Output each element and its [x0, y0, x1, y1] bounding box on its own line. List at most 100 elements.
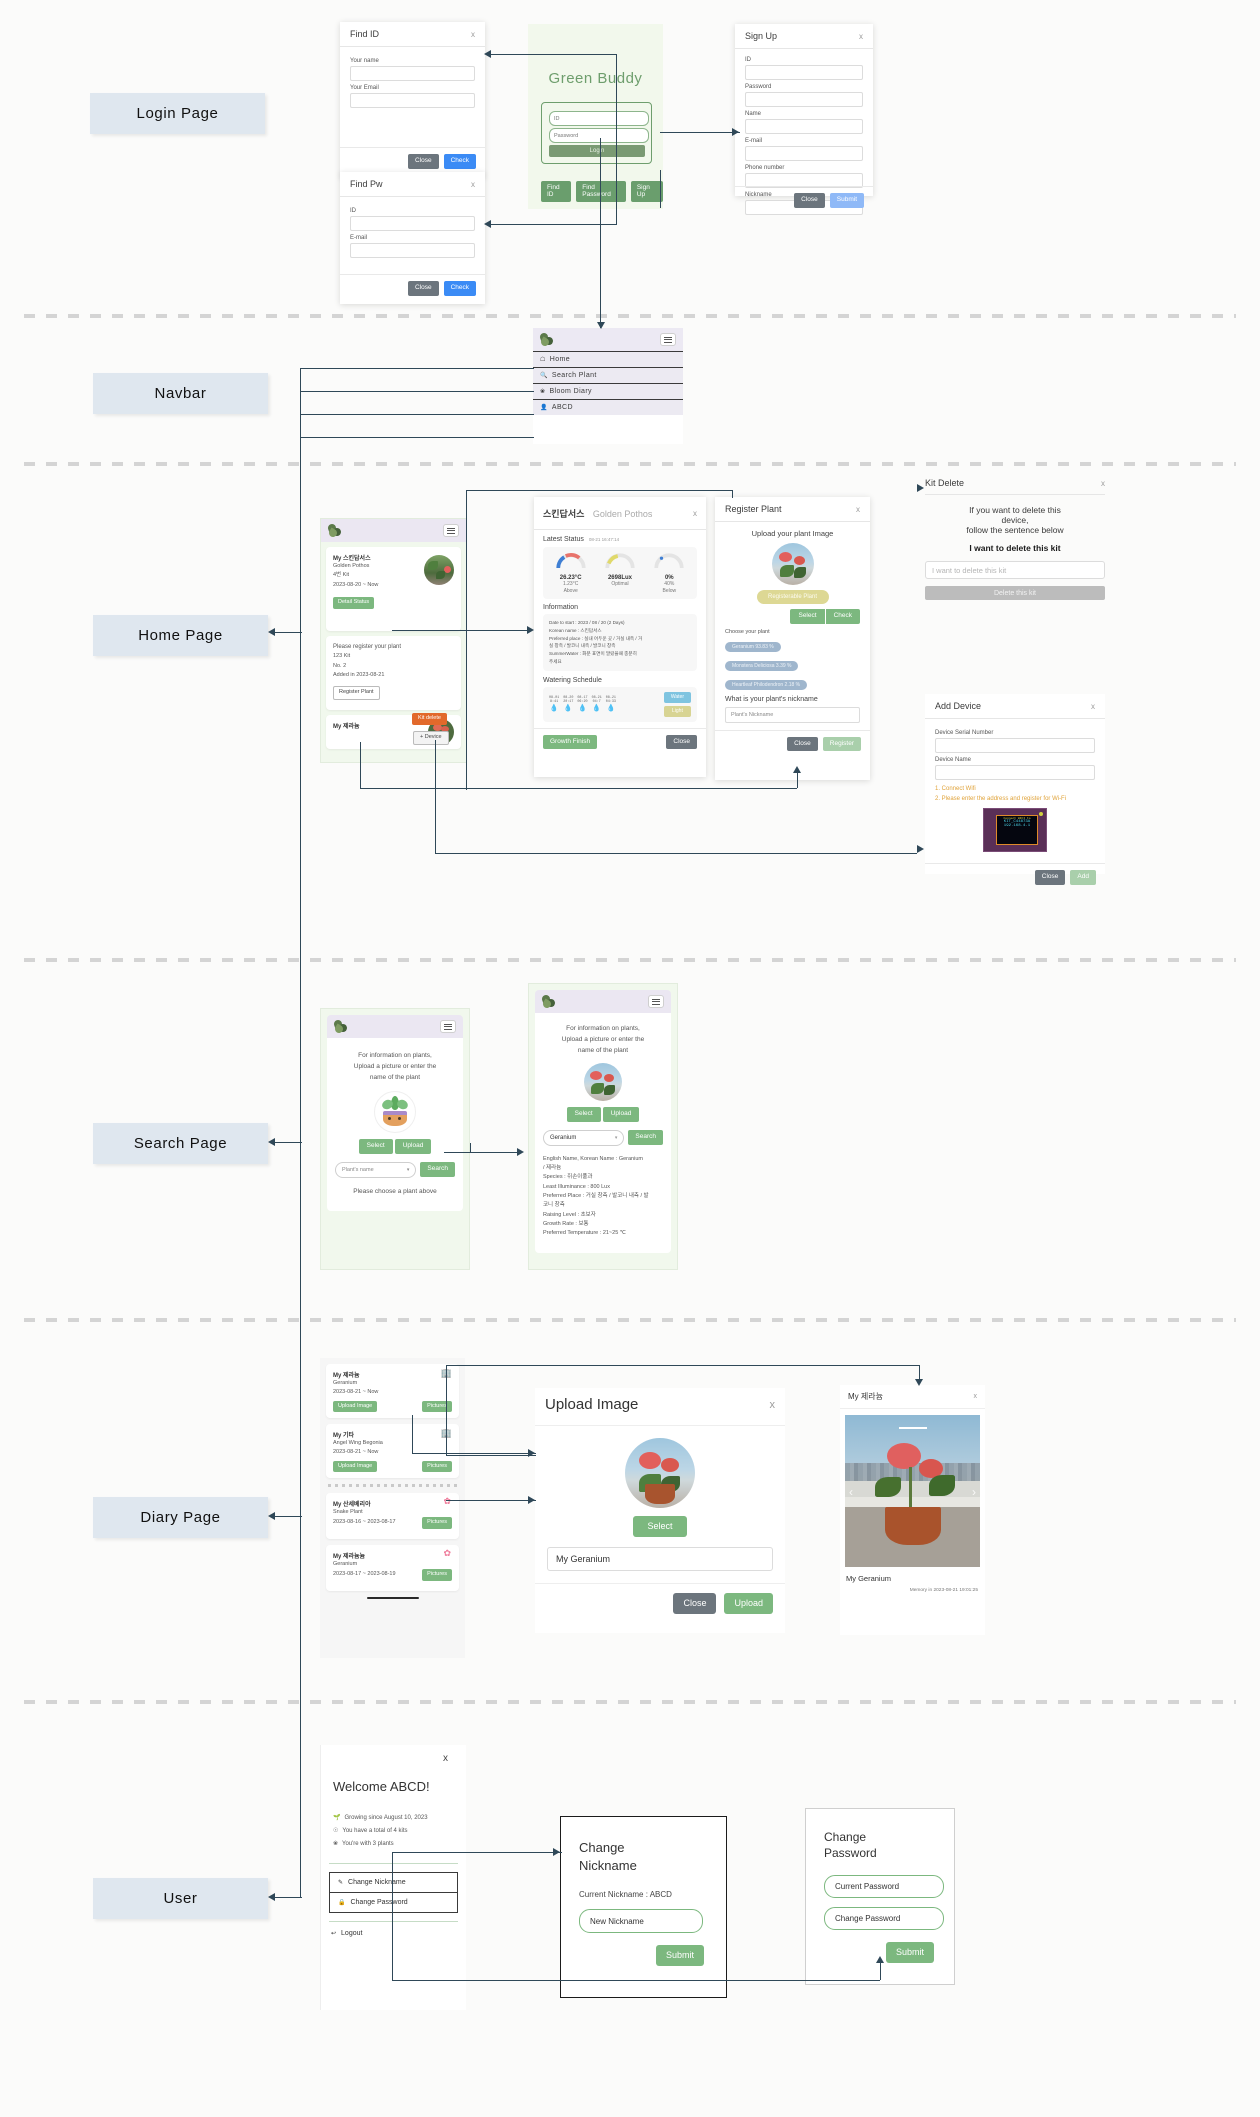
light-button[interactable]: Light — [663, 705, 691, 717]
add-device-button[interactable]: + Device — [413, 731, 449, 745]
chevron-right-icon[interactable]: › — [972, 1485, 976, 1499]
diary-item-finished[interactable]: My 산세베리아 Snake Plant 2023-08-16 ~ 2023-0… — [326, 1493, 459, 1539]
close-button[interactable]: Close — [666, 734, 697, 750]
new-nickname-input[interactable]: New Nickname — [579, 1909, 703, 1934]
carousel-indicator[interactable] — [898, 1427, 927, 1429]
device-serial-input[interactable] — [935, 738, 1095, 753]
hamburger-menu-icon[interactable] — [440, 1020, 456, 1033]
close-icon[interactable]: x — [471, 180, 475, 189]
plant-candidate[interactable]: Heartleaf Philodendron 2.18 % — [725, 679, 808, 690]
sidebar-item-search-plant[interactable]: 🔍 Search Plant — [533, 367, 683, 383]
upload-button[interactable]: Upload — [602, 1107, 640, 1122]
kit-card-unregistered[interactable]: Please register your plant 123 Kit No. 2… — [326, 636, 461, 710]
select-button[interactable]: Select — [633, 1516, 687, 1537]
submit-button[interactable]: Submit — [829, 193, 864, 208]
signup-name-input[interactable] — [745, 119, 863, 134]
connector — [272, 1897, 302, 1899]
hamburger-menu-icon[interactable] — [443, 524, 459, 537]
upload-name-input[interactable]: My Geranium — [547, 1547, 773, 1571]
close-button[interactable]: Close — [794, 193, 825, 208]
close-button[interactable]: Close — [787, 736, 818, 751]
upload-button[interactable]: Upload — [394, 1139, 432, 1154]
chevron-left-icon[interactable]: ‹ — [849, 1485, 853, 1499]
plant-nickname: My 제라늄늄 — [333, 1554, 366, 1560]
pictures-button[interactable]: Pictures — [422, 1400, 452, 1413]
pictures-button[interactable]: Pictures — [422, 1569, 452, 1581]
login-id-input[interactable]: ID — [549, 111, 649, 126]
detail-status-button[interactable]: Detail Status — [333, 597, 375, 609]
new-password-input[interactable]: Change Password — [824, 1907, 944, 1931]
diary-item-finished[interactable]: My 제라늄늄 Geranium 2023-08-17 ~ 2023-08-19… — [326, 1545, 459, 1591]
submit-button[interactable]: Submit — [655, 1945, 704, 1967]
register-plant-button[interactable]: Register Plant — [333, 686, 380, 700]
submit-button[interactable]: Submit — [885, 1942, 934, 1964]
signup-id-input[interactable] — [745, 65, 863, 80]
search-button[interactable]: Search — [628, 1130, 663, 1145]
your-name-input[interactable] — [350, 66, 475, 81]
plant-candidate[interactable]: Monstera Deliciosa 3.39 % — [725, 660, 799, 671]
id-input[interactable] — [350, 216, 475, 231]
upload-image-button[interactable]: Upload Image — [333, 1400, 378, 1413]
plant-nickname-input[interactable]: Plant's Nickname — [725, 706, 860, 723]
pictures-button[interactable]: Pictures — [422, 1460, 452, 1473]
kit-delete-input[interactable]: I want to delete this kit — [925, 561, 1105, 579]
water-button[interactable]: Water — [663, 691, 691, 703]
close-icon[interactable]: x — [471, 30, 475, 39]
hamburger-menu-icon[interactable] — [660, 333, 676, 346]
current-password-input[interactable]: Current Password — [824, 1875, 944, 1899]
chevron-down-icon: ▾ — [406, 1166, 410, 1173]
add-button[interactable]: Add — [1070, 870, 1096, 885]
delete-this-kit-button[interactable]: Delete this kit — [925, 586, 1105, 600]
close-button[interactable]: Close — [407, 281, 439, 296]
select-button[interactable]: Select — [790, 609, 825, 624]
close-icon[interactable]: x — [443, 1753, 448, 1764]
plant-candidate[interactable]: Geranium 93.83 % — [725, 641, 781, 652]
close-icon[interactable]: x — [1101, 479, 1105, 488]
login-password-input[interactable]: Password — [549, 128, 649, 143]
growth-finish-button[interactable]: Growth Finish — [543, 734, 598, 750]
kit-delete-button[interactable]: Kit delete — [412, 713, 447, 725]
search-prompt-line-3: name of the plant — [577, 1047, 629, 1055]
select-button[interactable]: Select — [358, 1139, 393, 1154]
close-button[interactable]: Close — [673, 1593, 717, 1614]
device-name-input[interactable] — [935, 765, 1095, 780]
close-icon[interactable]: x — [974, 1393, 978, 1400]
close-icon[interactable]: x — [693, 509, 697, 518]
diary-item-active[interactable]: My 제라늄 Geranium 2023-08-21 ~ Now Upload … — [326, 1364, 459, 1418]
check-button[interactable]: Check — [443, 154, 476, 169]
close-icon[interactable]: x — [856, 505, 860, 514]
pictures-button[interactable]: Pictures — [422, 1517, 452, 1529]
your-email-input[interactable] — [350, 93, 475, 108]
check-button[interactable]: Check — [825, 609, 860, 624]
sidebar-item-home[interactable]: ☖ Home — [533, 351, 683, 367]
signup-email-input[interactable] — [745, 146, 863, 161]
plant-name-select[interactable]: Geranium ▾ — [543, 1129, 625, 1146]
upload-button[interactable]: Upload — [724, 1593, 773, 1614]
login-button[interactable]: Login — [549, 145, 645, 157]
diary-item-active[interactable]: My 기타 Angel Wing Begonia 2023-08-21 ~ No… — [326, 1424, 459, 1478]
register-button[interactable]: Register — [822, 736, 861, 751]
select-button[interactable]: Select — [566, 1107, 601, 1122]
logout-button[interactable]: ↩ Logout — [321, 1922, 466, 1945]
find-id-button[interactable]: Find ID — [541, 181, 572, 202]
close-icon[interactable]: x — [859, 32, 863, 41]
close-icon[interactable]: x — [1091, 702, 1095, 711]
close-button[interactable]: Close — [1034, 870, 1066, 885]
kit-card-registered[interactable]: My 스킨답서스 Golden Pothos 4번 Kit 2023-08-20… — [326, 547, 461, 631]
email-input[interactable] — [350, 243, 475, 258]
menu-item-change-password[interactable]: 🔒 Change Password — [330, 1893, 457, 1912]
signup-password-input[interactable] — [745, 92, 863, 107]
scroll-indicator[interactable] — [366, 1597, 419, 1599]
sidebar-item-abcd[interactable]: 👤 ABCD — [533, 399, 683, 415]
search-button[interactable]: Search — [420, 1162, 455, 1177]
hamburger-menu-icon[interactable] — [648, 995, 664, 1008]
check-button[interactable]: Check — [443, 281, 476, 296]
menu-item-change-nickname[interactable]: ✎ Change Nickname — [330, 1873, 457, 1893]
plant-name-select[interactable]: Plant's name ▾ — [335, 1161, 417, 1178]
sidebar-item-bloom-diary[interactable]: ❀ Bloom Diary — [533, 383, 683, 399]
close-icon[interactable]: x — [770, 1399, 776, 1411]
close-button[interactable]: Close — [407, 154, 439, 169]
sign-up-button[interactable]: Sign Up — [630, 181, 663, 202]
upload-image-button[interactable]: Upload Image — [333, 1460, 378, 1473]
device-name-label: Device Name — [935, 757, 972, 763]
